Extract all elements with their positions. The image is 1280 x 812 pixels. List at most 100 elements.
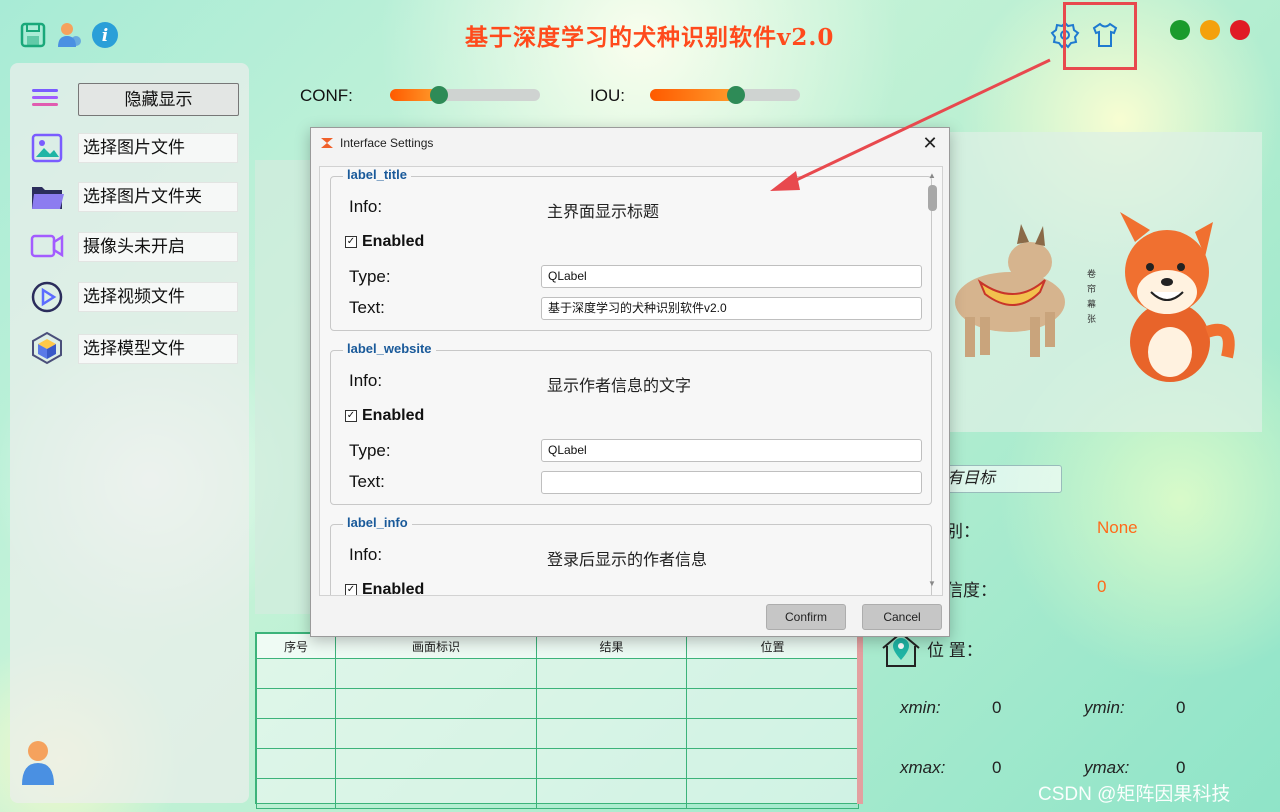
table-cell[interactable] <box>256 688 336 719</box>
position-label: 位 置： <box>927 641 983 660</box>
table-cell[interactable] <box>256 718 336 749</box>
avatar[interactable] <box>20 739 56 790</box>
svg-text:i: i <box>102 26 108 46</box>
toggle-sidebar-button[interactable]: 隐藏显示 <box>78 83 239 116</box>
settings-group-label-info: label_info Info: 登录后显示的作者信息 ✓ Enabled <box>330 515 932 595</box>
iou-slider-fill <box>650 89 734 101</box>
scroll-thumb[interactable] <box>928 185 937 211</box>
type-field[interactable]: QLabel <box>541 439 922 462</box>
dialog-titlebar[interactable]: Interface Settings ✕ <box>311 128 949 158</box>
table-row[interactable] <box>256 688 859 719</box>
info-text: 主界面显示标题 <box>547 202 660 221</box>
app-title: 基于深度学习的犬种识别软件v2.0 <box>465 24 835 51</box>
confidence-value: 0 <box>1097 577 1107 596</box>
table-cell[interactable] <box>256 778 336 809</box>
class-value: None <box>1097 518 1138 537</box>
info-text: 登录后显示的作者信息 <box>547 550 708 569</box>
table-cell[interactable] <box>335 748 537 779</box>
table-scrollbar[interactable] <box>857 632 863 804</box>
table-cell[interactable] <box>536 718 687 749</box>
xmax-label: xmax: <box>900 758 946 777</box>
xmin-label: xmin: <box>900 698 941 717</box>
close-button[interactable] <box>1230 20 1250 40</box>
table-cell[interactable] <box>686 748 859 779</box>
table-cell[interactable] <box>256 658 336 689</box>
group-title: label_website <box>343 341 436 356</box>
table-cell[interactable] <box>335 658 537 689</box>
folder-icon <box>30 180 64 214</box>
type-label: Type: <box>349 267 391 286</box>
enabled-label: Enabled <box>362 233 425 250</box>
settings-scroll-area[interactable]: label_title Info: 主界面显示标题 ✓ Enabled Type… <box>319 166 943 596</box>
highlight-box <box>1063 2 1137 70</box>
table-cell[interactable] <box>686 688 859 719</box>
table-row[interactable] <box>256 718 859 749</box>
table-cell[interactable] <box>335 778 537 809</box>
cancel-button[interactable]: Cancel <box>862 604 942 630</box>
conf-slider-handle[interactable] <box>429 86 448 104</box>
text-label: Text: <box>349 472 385 491</box>
save-icon[interactable] <box>18 20 48 50</box>
enabled-checkbox[interactable]: ✓ Enabled <box>345 407 424 425</box>
info-icon[interactable]: i <box>90 20 120 50</box>
dog-illustration: 卷 帘 幕 张 <box>945 132 1262 432</box>
xmax-value: 0 <box>992 758 1002 777</box>
sidebar-item-video[interactable]: 选择视频文件 <box>78 282 238 312</box>
table-row[interactable] <box>256 658 859 689</box>
group-title: label_title <box>343 167 411 182</box>
target-select[interactable]: 有目标 <box>940 465 1062 493</box>
table-cell[interactable] <box>536 658 687 689</box>
checkbox-checked-icon[interactable]: ✓ <box>345 410 357 422</box>
ymax-label: ymax: <box>1084 758 1130 777</box>
col-header-index: 序号 <box>256 633 336 659</box>
ymin-value: 0 <box>1176 698 1186 717</box>
dialog-close-icon[interactable]: ✕ <box>919 132 941 154</box>
xmin-value: 0 <box>992 698 1002 717</box>
table-cell[interactable] <box>686 718 859 749</box>
scroll-down-icon[interactable]: ▼ <box>928 579 936 588</box>
sidebar: 隐藏显示 选择图片文件 选择图片文件夹 摄像头未开启 选择视频文件 选择模型文件 <box>10 63 249 803</box>
confidence-label: 信度： <box>946 581 997 600</box>
table-cell[interactable] <box>256 748 336 779</box>
enabled-checkbox[interactable]: ✓ Enabled <box>345 233 424 251</box>
user-icon[interactable] <box>54 20 84 50</box>
text-field[interactable] <box>541 471 922 494</box>
checkbox-checked-icon[interactable]: ✓ <box>345 236 357 248</box>
table-cell[interactable] <box>335 718 537 749</box>
sidebar-item-camera[interactable]: 摄像头未开启 <box>78 232 238 262</box>
iou-slider[interactable] <box>650 86 800 104</box>
table-cell[interactable] <box>536 778 687 809</box>
iou-slider-handle[interactable] <box>727 86 745 104</box>
svg-text:卷: 卷 <box>1087 268 1096 280</box>
table-row[interactable] <box>256 748 859 779</box>
conf-slider[interactable] <box>390 86 540 104</box>
text-field[interactable]: 基于深度学习的犬种识别软件v2.0 <box>541 297 922 320</box>
sidebar-item-model[interactable]: 选择模型文件 <box>78 334 238 364</box>
sidebar-item-folder[interactable]: 选择图片文件夹 <box>78 182 238 212</box>
checkbox-checked-icon[interactable]: ✓ <box>345 584 357 595</box>
type-label: Type: <box>349 441 391 460</box>
confirm-button[interactable]: Confirm <box>766 604 846 630</box>
text-label: Text: <box>349 298 385 317</box>
svg-text:帘: 帘 <box>1087 283 1096 295</box>
menu-icon[interactable] <box>30 83 60 113</box>
results-table: 序号 画面标识 结果 位置 <box>255 632 863 809</box>
enabled-checkbox[interactable]: ✓ Enabled <box>345 581 424 595</box>
enabled-label: Enabled <box>362 407 425 424</box>
camera-icon <box>30 229 64 263</box>
table-cell[interactable] <box>686 778 859 809</box>
iou-label: IOU: <box>590 86 625 105</box>
table-cell[interactable] <box>686 658 859 689</box>
table-cell[interactable] <box>536 688 687 719</box>
minimize-button[interactable] <box>1170 20 1190 40</box>
col-header-result: 结果 <box>536 633 687 659</box>
table-cell[interactable] <box>536 748 687 779</box>
sidebar-item-image[interactable]: 选择图片文件 <box>78 133 238 163</box>
maximize-button[interactable] <box>1200 20 1220 40</box>
scroll-up-icon[interactable]: ▲ <box>928 171 936 180</box>
table-cell[interactable] <box>335 688 537 719</box>
dialog-scrollbar[interactable]: ▲ ▼ <box>925 171 939 591</box>
table-row[interactable] <box>256 778 859 809</box>
info-label: Info: <box>349 197 383 216</box>
type-field[interactable]: QLabel <box>541 265 922 288</box>
